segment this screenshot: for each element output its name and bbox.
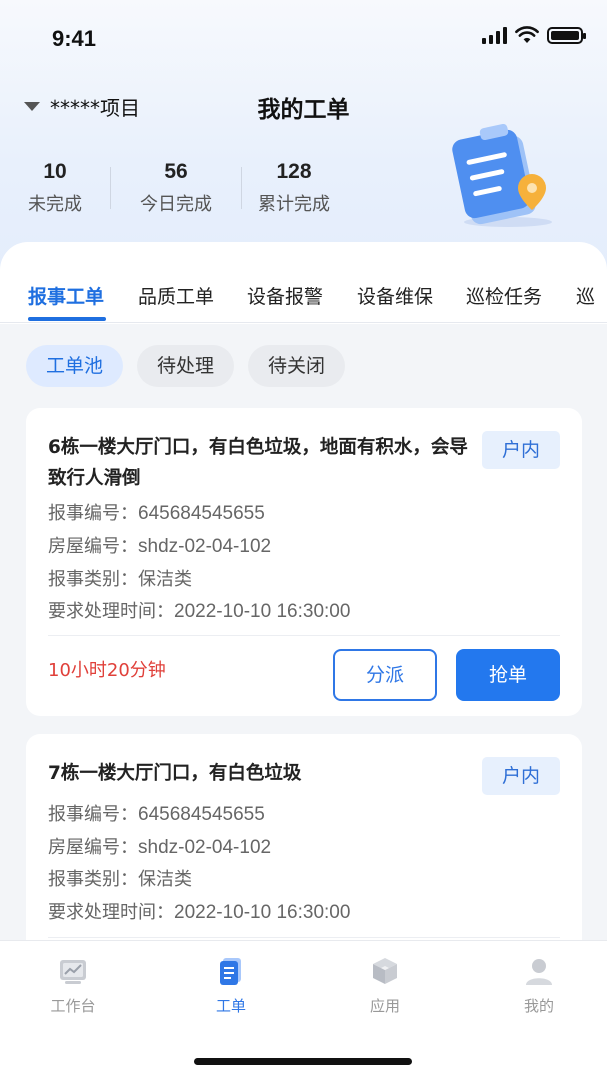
stat-today-completed[interactable]: 56 今日完成 xyxy=(111,160,241,216)
wifi-icon xyxy=(515,26,539,43)
clipboard-illustration-icon xyxy=(452,124,552,227)
remaining-time: 10小时20分钟 xyxy=(48,660,166,681)
field-label: 房屋编号： xyxy=(48,536,138,557)
filter-pending[interactable]: 待处理 xyxy=(137,345,235,387)
filter-order-pool[interactable]: 工单池 xyxy=(26,345,124,387)
card-divider xyxy=(48,937,560,938)
field-label: 报事类别： xyxy=(48,569,138,590)
tabbar-label: 工单 xyxy=(215,997,246,1015)
profile-icon xyxy=(526,959,552,985)
field-value: shdz-02-04-102 xyxy=(138,536,272,557)
workbench-icon xyxy=(60,960,86,984)
field-label: 报事类别： xyxy=(48,869,138,890)
tab-report-order[interactable]: 报事工单 xyxy=(28,282,104,309)
order-field: 报事类别：保洁类 xyxy=(48,865,192,891)
stat-value: 10 xyxy=(43,160,67,183)
status-bar: 9:41 xyxy=(0,0,607,80)
stat-unfinished[interactable]: 10 未完成 xyxy=(0,160,110,216)
field-label: 房屋编号： xyxy=(48,837,138,858)
stat-label: 今日完成 xyxy=(140,194,212,215)
tabbar-label: 应用 xyxy=(369,997,400,1015)
field-value: 645684545655 xyxy=(138,804,265,825)
order-field: 报事编号：645684545655 xyxy=(48,499,265,525)
stat-value: 128 xyxy=(276,160,312,183)
work-order-icon xyxy=(220,958,241,985)
filter-to-close[interactable]: 待关闭 xyxy=(248,345,346,387)
order-field: 房屋编号：shdz-02-04-102 xyxy=(48,532,271,558)
field-label: 报事编号： xyxy=(48,804,138,825)
order-field: 报事类别：保洁类 xyxy=(48,565,192,591)
field-value: 2022-10-10 16:30:00 xyxy=(174,902,351,923)
order-field: 报事编号：645684545655 xyxy=(48,800,265,826)
field-label: 要求处理时间： xyxy=(48,902,174,923)
order-card[interactable]: 6栋一楼大厅门口，有白色垃圾，地面有积水，会导致行人滑倒 户内 报事编号：645… xyxy=(26,408,582,716)
stat-label: 未完成 xyxy=(28,194,82,215)
field-label: 报事编号： xyxy=(48,503,138,524)
tab-quality-order[interactable]: 品质工单 xyxy=(138,282,214,309)
order-field: 房屋编号：shdz-02-04-102 xyxy=(48,833,271,859)
tab-device-maintenance[interactable]: 设备维保 xyxy=(357,282,433,309)
tabbar-label: 我的 xyxy=(523,997,554,1015)
page-title: 我的工单 xyxy=(257,97,350,123)
tabbar-item-apps[interactable]: 应用 xyxy=(335,955,435,1016)
apps-cube-icon xyxy=(373,958,397,984)
tab-inspection-task[interactable]: 巡检任务 xyxy=(466,282,542,309)
order-field: 要求处理时间：2022-10-10 16:30:00 xyxy=(48,898,350,924)
stat-label: 累计完成 xyxy=(258,194,330,215)
tabs-divider xyxy=(0,322,607,323)
status-time: 9:41 xyxy=(52,26,97,51)
field-value: shdz-02-04-102 xyxy=(138,837,272,858)
order-field: 要求处理时间：2022-10-10 16:30:00 xyxy=(48,597,350,623)
order-location-tag: 户内 xyxy=(482,431,560,469)
cellular-signal-icon xyxy=(482,26,507,44)
stat-value: 56 xyxy=(164,160,188,183)
status-icons xyxy=(482,26,586,44)
order-title: 6栋一楼大厅门口，有白色垃圾，地面有积水，会导致行人滑倒 xyxy=(48,437,468,489)
grab-order-button[interactable]: 抢单 xyxy=(456,649,560,701)
status-filters: 工单池 待处理 待关闭 xyxy=(26,345,346,387)
tabbar-item-work-order[interactable]: 工单 xyxy=(181,955,281,1016)
stat-total-completed[interactable]: 128 累计完成 xyxy=(242,160,346,216)
card-divider xyxy=(48,635,560,636)
field-value: 645684545655 xyxy=(138,503,265,524)
order-location-tag: 户内 xyxy=(482,757,560,795)
order-title: 7栋一楼大厅门口，有白色垃圾 xyxy=(48,763,302,784)
tab-more-truncated[interactable]: 巡 xyxy=(576,282,595,309)
tabbar-item-profile[interactable]: 我的 xyxy=(489,955,589,1016)
active-tab-indicator xyxy=(28,317,106,321)
battery-icon xyxy=(547,26,586,44)
field-label: 要求处理时间： xyxy=(48,601,174,622)
field-value: 2022-10-10 16:30:00 xyxy=(174,601,351,622)
stats-summary: 10 未完成 56 今日完成 128 累计完成 xyxy=(0,160,346,216)
field-value: 保洁类 xyxy=(138,869,192,890)
order-type-tabs: 报事工单 品质工单 设备报警 设备维保 巡检任务 巡 xyxy=(0,270,607,322)
home-indicator xyxy=(194,1058,412,1065)
field-value: 保洁类 xyxy=(138,569,192,590)
tabbar-item-workbench[interactable]: 工作台 xyxy=(23,955,123,1016)
tabbar-label: 工作台 xyxy=(50,997,96,1015)
tab-device-alarm[interactable]: 设备报警 xyxy=(247,282,323,309)
order-card[interactable]: 7栋一楼大厅门口，有白色垃圾 户内 报事编号：645684545655 房屋编号… xyxy=(26,734,582,964)
dispatch-button[interactable]: 分派 xyxy=(333,649,437,701)
